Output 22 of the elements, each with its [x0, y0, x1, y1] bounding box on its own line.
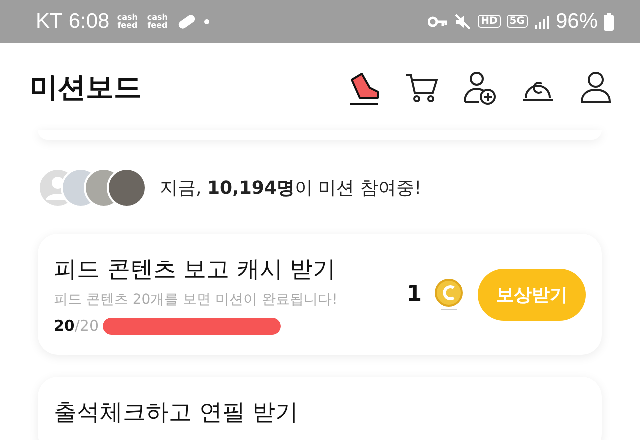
network-badge: 5G [506, 15, 528, 28]
mission-description: 피드 콘텐츠 20개를 보면 미션이 완료됩니다! [54, 291, 339, 309]
reward-amount: 1 [406, 282, 422, 307]
mute-icon [454, 14, 472, 30]
carrier-text: KT [36, 10, 63, 34]
key-icon [428, 16, 448, 28]
battery-icon [604, 12, 614, 30]
battery-text: 96% [556, 10, 598, 34]
app-notification-icon: cash feed [116, 14, 140, 30]
network-badge: HD [478, 15, 501, 28]
dot-icon [204, 18, 210, 24]
profile-icon[interactable] [578, 70, 614, 106]
mission-title: 피드 콘텐츠 보고 캐시 받기 [54, 256, 338, 285]
claim-reward-button[interactable]: 보상받기 [478, 268, 586, 320]
progress-count: 20/20 [54, 317, 100, 335]
clock-text: 6:08 [68, 10, 110, 34]
app-notification-icon: cash feed [146, 14, 170, 30]
add-user-icon[interactable] [462, 70, 498, 106]
participants-text: 지금, 10,194명이 미션 참여중! [160, 177, 422, 200]
mission-title: 출석체크하고 연필 받기 [54, 399, 300, 428]
signal-icon [534, 14, 550, 28]
page-title: 미션보드 [30, 70, 142, 106]
